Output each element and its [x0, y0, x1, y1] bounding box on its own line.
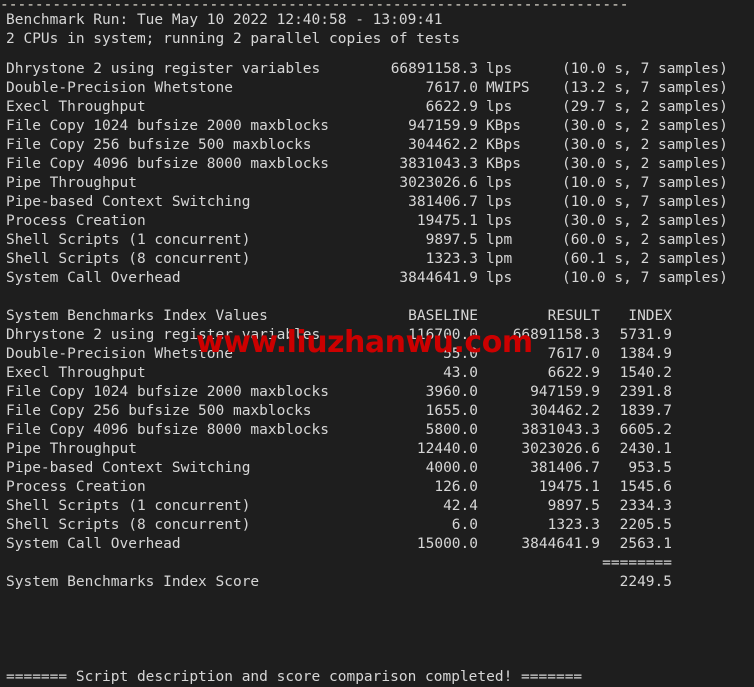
result-row: System Call Overhead 3844641.9 lps (10.0… [0, 269, 754, 288]
result-unit: KBps [486, 156, 521, 172]
column-header-index: INDEX [628, 308, 672, 324]
result-unit: lps [486, 99, 513, 115]
result-value: 9897.5 [425, 232, 478, 248]
index-row: System Call Overhead 15000.0 3844641.9 2… [0, 535, 754, 554]
result-unit: KBps [486, 137, 521, 153]
result-value: 3844641.9 [399, 270, 478, 286]
result-row: Execl Throughput 6622.9 lps (29.7 s, 2 s… [0, 98, 754, 117]
cpu-info-line: 2 CPUs in system; running 2 parallel cop… [6, 31, 460, 47]
index-row-index: 5731.9 [619, 327, 672, 343]
result-value: 3023026.6 [399, 175, 478, 191]
benchmark-run-line: Benchmark Run: Tue May 10 2022 12:40:58 … [6, 12, 443, 28]
index-row-index: 6605.2 [619, 422, 672, 438]
result-row: Pipe Throughput 3023026.6 lps (10.0 s, 7… [0, 174, 754, 193]
result-unit: KBps [486, 118, 521, 134]
index-row-index: 2563.1 [619, 536, 672, 552]
result-timing: (10.0 s, 7 samples) [562, 270, 728, 286]
score-separator-text: ======== [602, 555, 672, 571]
result-value: 381406.7 [408, 194, 478, 210]
index-row-index: 2205.5 [619, 517, 672, 533]
top-separator-rule: ----------------------------------------… [0, 0, 629, 11]
index-row: File Copy 256 bufsize 500 maxblocks 1655… [0, 402, 754, 421]
result-unit: lps [486, 213, 513, 229]
index-row: File Copy 1024 bufsize 2000 maxblocks 39… [0, 383, 754, 402]
result-value: 66891158.3 [390, 61, 478, 77]
index-row-index: 1384.9 [619, 346, 672, 362]
completion-message: ======= Script description and score com… [6, 669, 583, 685]
result-unit: lps [486, 270, 513, 286]
result-value: 304462.2 [408, 137, 478, 153]
result-timing: (30.0 s, 2 samples) [562, 213, 728, 229]
score-separator: ======== [0, 554, 754, 573]
index-row-index: 1540.2 [619, 365, 672, 381]
index-score-value: 2249.5 [619, 574, 672, 590]
result-row: Shell Scripts (8 concurrent) 1323.3 lpm … [0, 250, 754, 269]
result-unit: lps [486, 194, 513, 210]
result-timing: (30.0 s, 2 samples) [562, 156, 728, 172]
result-value: 947159.9 [408, 118, 478, 134]
index-row-index: 1545.6 [619, 479, 672, 495]
result-timing: (30.0 s, 2 samples) [562, 137, 728, 153]
result-row: Double-Precision Whetstone 7617.0 MWIPS … [0, 79, 754, 98]
index-row-index: 2391.8 [619, 384, 672, 400]
result-row: File Copy 4096 bufsize 8000 maxblocks 38… [0, 155, 754, 174]
index-row: Pipe Throughput 12440.0 3023026.6 2430.1 [0, 440, 754, 459]
result-unit: lpm [486, 232, 513, 248]
result-value: 19475.1 [416, 213, 478, 229]
result-unit: MWIPS [486, 80, 530, 96]
result-row: Shell Scripts (1 concurrent) 9897.5 lpm … [0, 231, 754, 250]
result-value: 3831043.3 [399, 156, 478, 172]
result-value: 1323.3 [425, 251, 478, 267]
result-row: Dhrystone 2 using register variables 668… [0, 60, 754, 79]
result-row: File Copy 1024 bufsize 2000 maxblocks 94… [0, 117, 754, 136]
result-value: 6622.9 [425, 99, 478, 115]
result-row: Pipe-based Context Switching 381406.7 lp… [0, 193, 754, 212]
index-row-index: 2430.1 [619, 441, 672, 457]
index-row: Double-Precision Whetstone 55.0 7617.0 1… [0, 345, 754, 364]
result-timing: (10.0 s, 7 samples) [562, 194, 728, 210]
result-timing: (10.0 s, 7 samples) [562, 61, 728, 77]
index-row: Process Creation 126.0 19475.1 1545.6 [0, 478, 754, 497]
result-unit: lps [486, 61, 513, 77]
index-row: Shell Scripts (1 concurrent) 42.4 9897.5… [0, 497, 754, 516]
result-timing: (29.7 s, 2 samples) [562, 99, 728, 115]
result-timing: (60.1 s, 2 samples) [562, 251, 728, 267]
result-unit: lps [486, 175, 513, 191]
index-row: Execl Throughput 43.0 6622.9 1540.2 [0, 364, 754, 383]
index-row: File Copy 4096 bufsize 8000 maxblocks 58… [0, 421, 754, 440]
index-row-index: 2334.3 [619, 498, 672, 514]
result-timing: (10.0 s, 7 samples) [562, 175, 728, 191]
result-timing: (30.0 s, 2 samples) [562, 118, 728, 134]
terminal-output: ----------------------------------------… [0, 0, 754, 685]
index-score-row: System Benchmarks Index Score 2249.5 [0, 573, 754, 592]
index-row: Pipe-based Context Switching 4000.0 3814… [0, 459, 754, 478]
index-row-index: 1839.7 [619, 403, 672, 419]
result-timing: (60.0 s, 2 samples) [562, 232, 728, 248]
index-row: Dhrystone 2 using register variables 116… [0, 326, 754, 345]
index-row: Shell Scripts (8 concurrent) 6.0 1323.3 … [0, 516, 754, 535]
index-row-index: 953.5 [628, 460, 672, 476]
result-timing: (13.2 s, 7 samples) [562, 80, 728, 96]
result-row: Process Creation 19475.1 lps (30.0 s, 2 … [0, 212, 754, 231]
result-unit: lpm [486, 251, 513, 267]
result-value: 7617.0 [425, 80, 478, 96]
index-table-header: System Benchmarks Index Values BASELINE … [0, 307, 754, 326]
result-row: File Copy 256 bufsize 500 maxblocks 3044… [0, 136, 754, 155]
